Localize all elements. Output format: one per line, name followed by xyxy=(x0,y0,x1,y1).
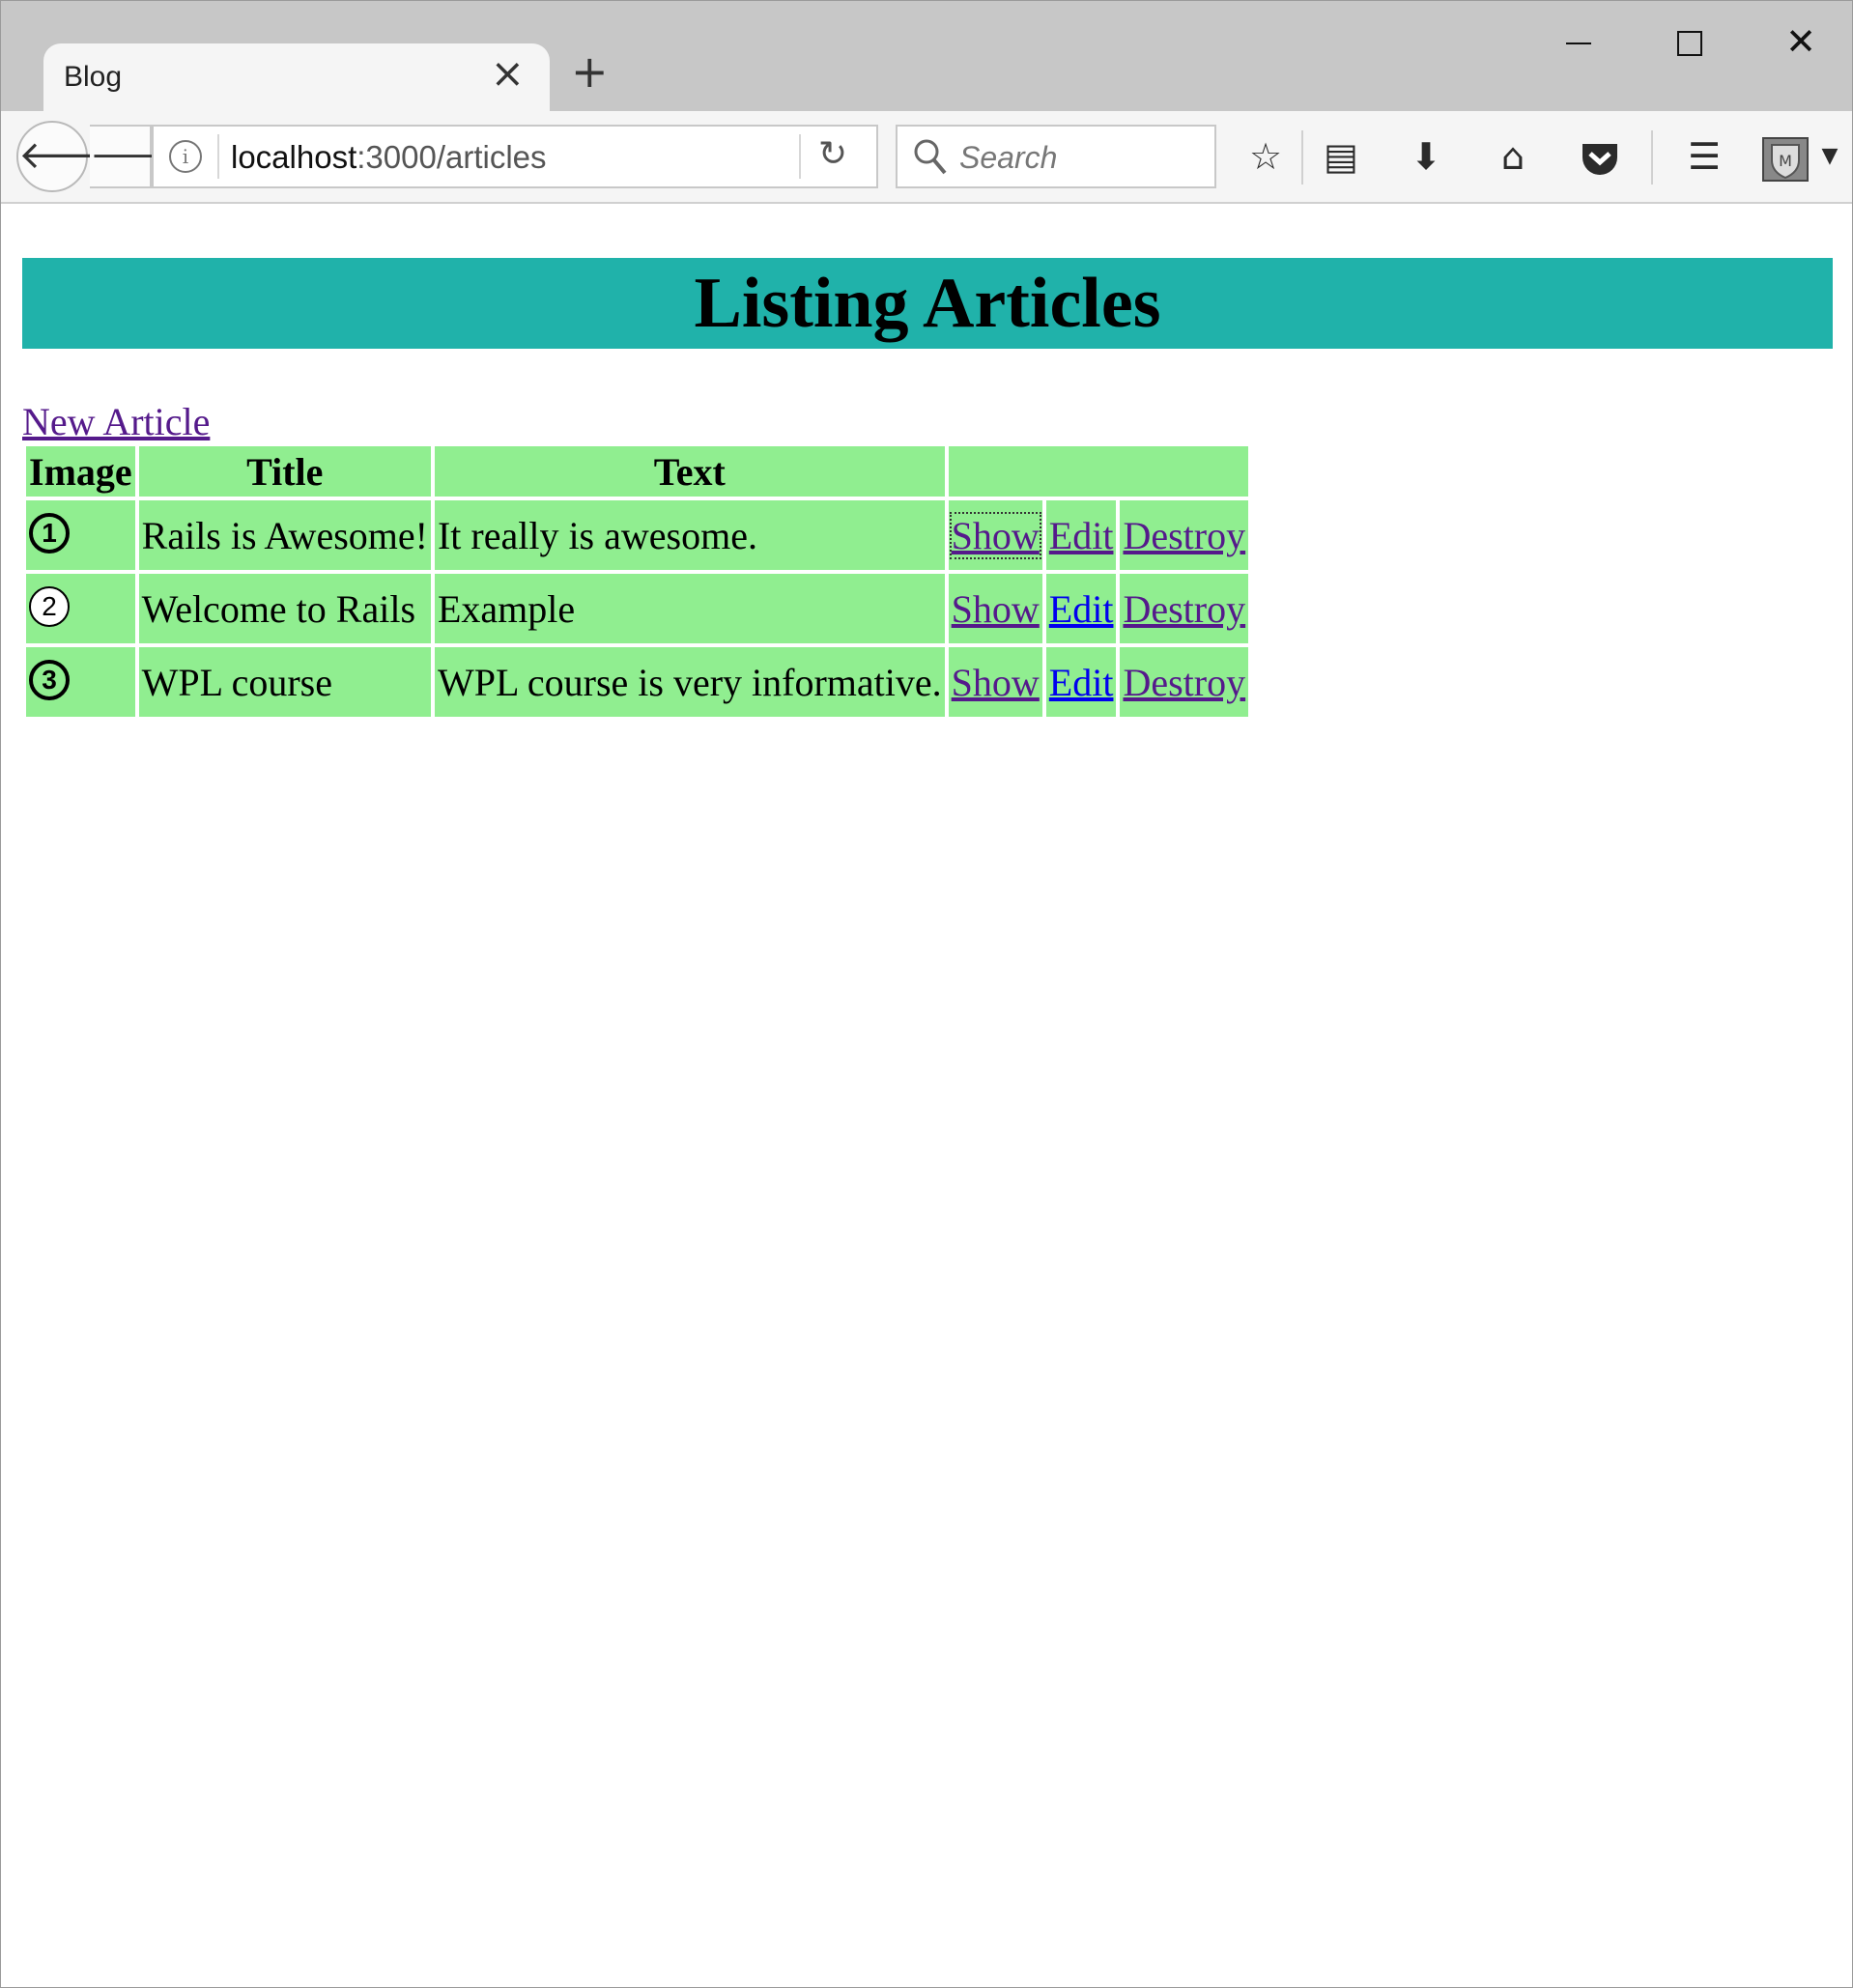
destroy-cell: Destroy xyxy=(1120,574,1249,643)
show-cell: Show xyxy=(948,647,1042,717)
show-cell: Show xyxy=(948,574,1042,643)
table-row: 1 Rails is Awesome! It really is awesome… xyxy=(26,500,1249,570)
column-header-title: Title xyxy=(138,446,431,497)
image-cell: 1 xyxy=(26,500,135,570)
extension-shield-icon[interactable]: M xyxy=(1759,132,1811,182)
address-bar[interactable]: i localhost:3000/articles ↻ xyxy=(152,125,878,188)
table-row: 3 WPL course WPL course is very informat… xyxy=(26,647,1249,717)
destroy-link[interactable]: Destroy xyxy=(1123,661,1245,704)
tab-blog[interactable]: Blog × xyxy=(43,43,550,113)
plus-icon[interactable]: + xyxy=(571,49,609,94)
page-title: Listing Articles xyxy=(22,258,1833,349)
article-image: 1 xyxy=(29,513,70,554)
maximize-icon[interactable] xyxy=(1661,14,1719,69)
show-link[interactable]: Show xyxy=(949,511,1041,559)
table-header-row: Image Title Text xyxy=(26,446,1249,497)
edit-link[interactable]: Edit xyxy=(1049,514,1114,557)
text-cell: WPL course is very informative. xyxy=(434,647,945,717)
edit-cell: Edit xyxy=(1045,647,1117,717)
show-link[interactable]: Show xyxy=(952,587,1040,631)
toolbar-separator xyxy=(1651,130,1653,185)
browser-window: Blog × + ✕ 🡐 🡒 i localhost:3000/articles… xyxy=(0,0,1853,1988)
home-icon[interactable]: ⌂ xyxy=(1489,132,1537,181)
title-cell: Welcome to Rails xyxy=(138,574,431,643)
title-cell: Rails is Awesome! xyxy=(138,500,431,570)
close-icon[interactable]: × xyxy=(491,53,525,94)
show-link[interactable]: Show xyxy=(952,661,1040,704)
info-icon[interactable]: i xyxy=(169,140,202,173)
article-image: 3 xyxy=(29,660,70,700)
reload-separator xyxy=(799,134,801,179)
reload-icon[interactable]: ↻ xyxy=(818,134,847,174)
edit-cell: Edit xyxy=(1045,574,1117,643)
clipboard-icon[interactable]: ▤ xyxy=(1317,132,1365,181)
show-cell: Show xyxy=(948,500,1042,570)
column-header-image: Image xyxy=(26,446,135,497)
toolbar-separator xyxy=(1301,130,1303,185)
url-text[interactable]: localhost:3000/articles xyxy=(231,139,547,176)
window-close-icon[interactable]: ✕ xyxy=(1772,14,1830,69)
tab-strip: Blog × + ✕ xyxy=(1,1,1852,113)
download-icon[interactable]: ⬇ xyxy=(1402,132,1450,181)
back-arrow-icon[interactable]: 🡐 xyxy=(16,121,122,192)
image-cell: 3 xyxy=(26,647,135,717)
table-row: 2 Welcome to Rails Example Show Edit Des… xyxy=(26,574,1249,643)
search-bar[interactable]: Search xyxy=(896,125,1216,188)
forward-arrow-icon[interactable]: 🡒 xyxy=(90,125,184,188)
destroy-cell: Destroy xyxy=(1120,500,1249,570)
minimize-icon[interactable] xyxy=(1550,14,1608,69)
url-separator xyxy=(217,134,219,179)
page-content: Listing Articles New Article Image Title… xyxy=(22,258,1833,721)
navigation-toolbar: 🡐 🡒 i localhost:3000/articles ↻ Search ☆… xyxy=(1,111,1852,204)
column-header-actions xyxy=(948,446,1249,497)
edit-link[interactable]: Edit xyxy=(1049,661,1114,704)
star-icon[interactable]: ☆ xyxy=(1241,132,1290,181)
image-cell: 2 xyxy=(26,574,135,643)
article-image: 2 xyxy=(29,586,70,627)
new-article-link[interactable]: New Article xyxy=(22,399,210,444)
column-header-text: Text xyxy=(434,446,945,497)
chevron-down-icon[interactable]: ▼ xyxy=(1815,132,1844,181)
tab-title: Blog xyxy=(64,61,123,93)
hamburger-menu-icon[interactable]: ☰ xyxy=(1680,132,1728,181)
search-placeholder: Search xyxy=(959,140,1058,175)
text-cell: Example xyxy=(434,574,945,643)
destroy-link[interactable]: Destroy xyxy=(1123,587,1245,631)
search-icon xyxy=(913,138,948,182)
text-cell: It really is awesome. xyxy=(434,500,945,570)
svg-text:M: M xyxy=(1779,152,1792,170)
destroy-link[interactable]: Destroy xyxy=(1123,514,1245,557)
destroy-cell: Destroy xyxy=(1120,647,1249,717)
url-host: localhost xyxy=(231,139,357,175)
edit-cell: Edit xyxy=(1045,500,1117,570)
articles-table: Image Title Text 1 Rails is Awesome! It … xyxy=(22,442,1252,721)
title-cell: WPL course xyxy=(138,647,431,717)
pocket-icon[interactable] xyxy=(1576,132,1624,181)
url-path: :3000/articles xyxy=(356,139,547,175)
edit-link[interactable]: Edit xyxy=(1049,587,1114,631)
